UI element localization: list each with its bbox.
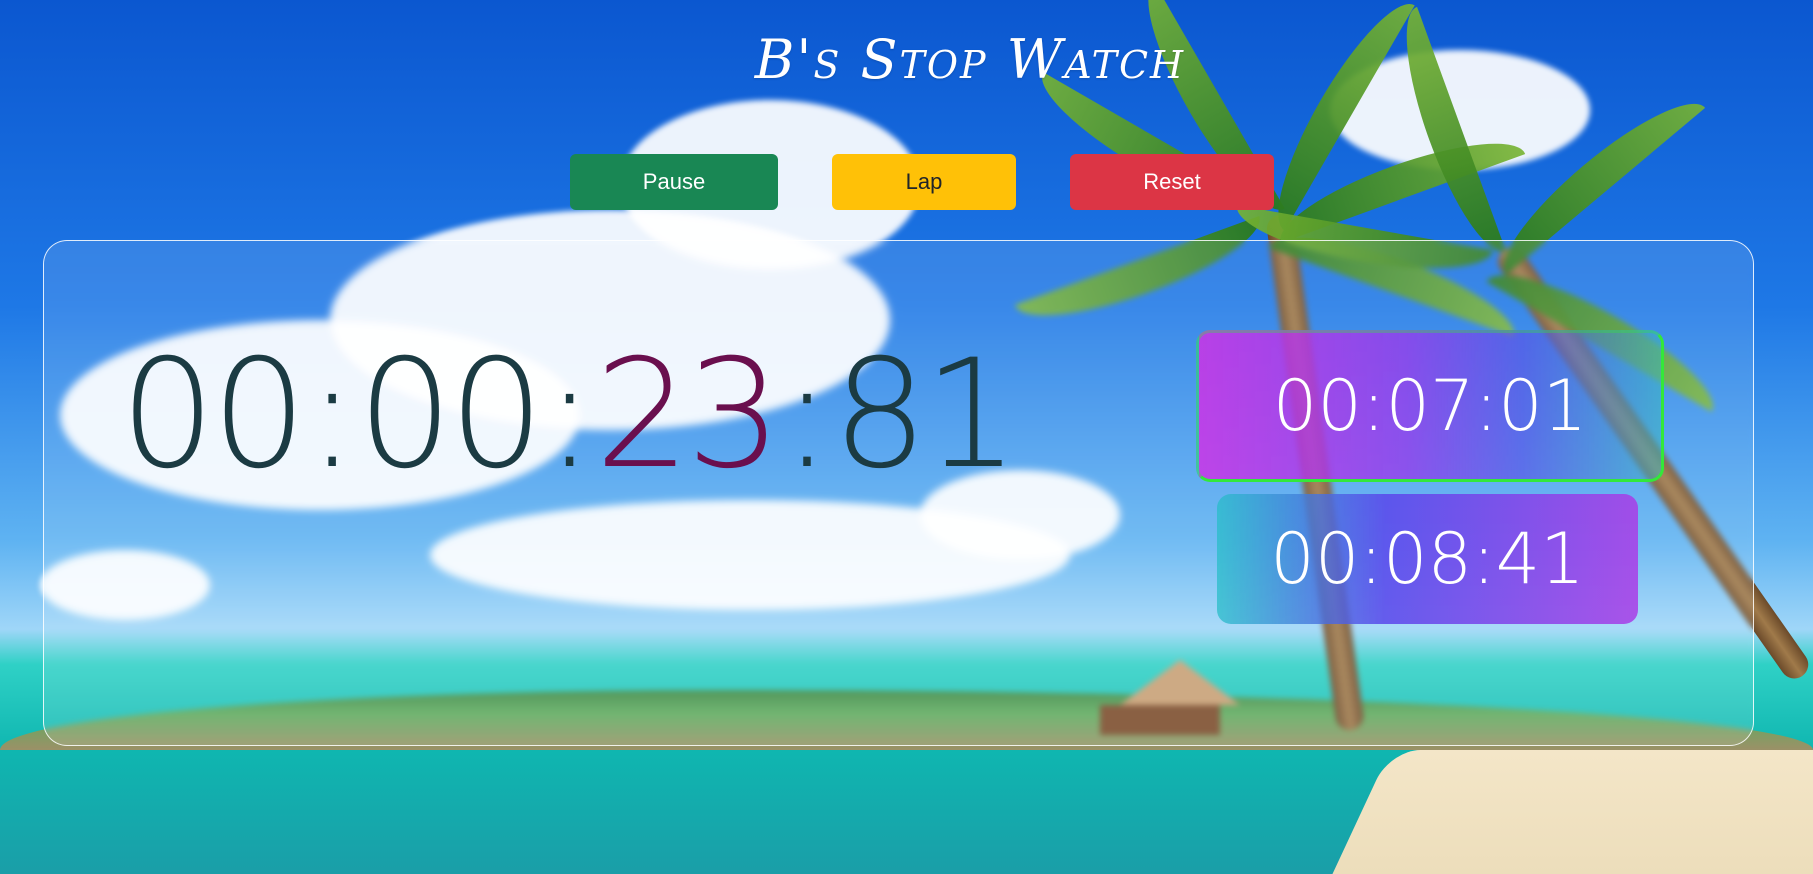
timer-separator: : (544, 328, 595, 502)
timer-display: 00:00:23:81 (120, 340, 1019, 490)
stopwatch-app: B's Stop Watch Pause Lap Reset 00:00:23:… (0, 0, 1813, 874)
lap-button[interactable]: Lap (832, 154, 1016, 210)
lap-item-active: 00:07:01 (1196, 330, 1664, 482)
timer-centiseconds: 81 (832, 328, 1019, 502)
pause-button[interactable]: Pause (570, 154, 778, 210)
timer-hours: 00 (120, 328, 307, 502)
timer-separator: : (306, 328, 358, 502)
reset-button[interactable]: Reset (1070, 154, 1274, 210)
page-title: B's Stop Watch (754, 28, 1186, 91)
beach-sand-shape (1315, 750, 1813, 874)
timer-seconds: 23 (594, 328, 782, 502)
timer-minutes: 00 (357, 328, 544, 502)
timer-separator: : (781, 328, 833, 502)
lap-item: 00:08:41 (1217, 494, 1638, 624)
